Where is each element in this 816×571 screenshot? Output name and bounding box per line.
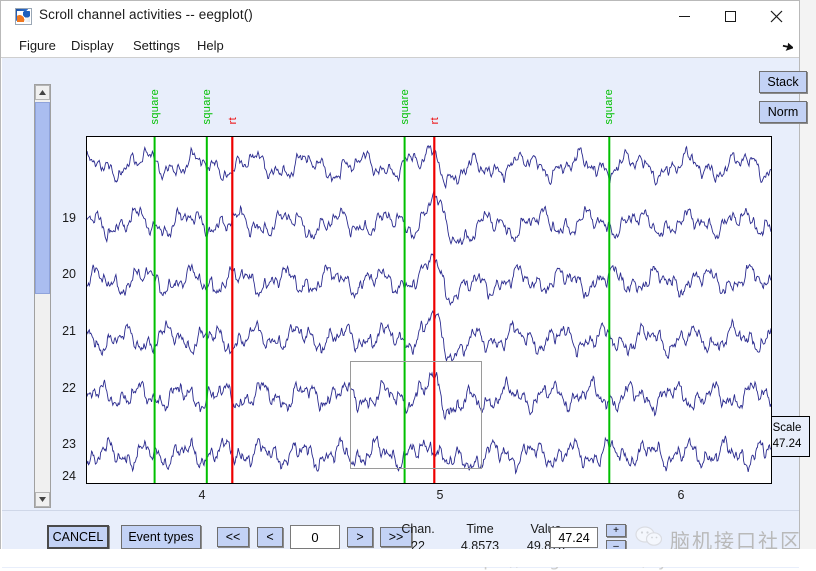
- menu-bar: Figure Display Settings Help: [1, 32, 799, 58]
- desktop-strip: [0, 549, 816, 567]
- y-tick-23: 23: [62, 437, 76, 451]
- readout-time-header: Time: [466, 522, 494, 536]
- eeg-trace: [87, 190, 771, 246]
- menu-item-settings[interactable]: Settings: [129, 36, 184, 55]
- wechat-icon: [634, 525, 664, 549]
- event-label-square-1: square: [149, 88, 161, 124]
- step-forward-button[interactable]: >: [347, 527, 373, 547]
- eeg-trace: [87, 253, 771, 306]
- scale-input[interactable]: [550, 527, 598, 548]
- scroll-up-arrow[interactable]: [35, 85, 50, 100]
- position-input[interactable]: [290, 525, 340, 549]
- y-tick-24: 24: [62, 469, 76, 483]
- scrollbar-thumb[interactable]: [35, 102, 50, 294]
- close-button[interactable]: [753, 1, 799, 32]
- page-back-button[interactable]: <<: [217, 527, 249, 547]
- scale-increase-button[interactable]: +: [606, 524, 626, 537]
- x-tick-6: 6: [677, 488, 685, 502]
- menu-item-help[interactable]: Help: [193, 36, 228, 55]
- menu-item-figure[interactable]: Figure: [15, 36, 60, 55]
- event-label-square-4: square: [603, 88, 615, 124]
- matlab-figure-icon: [15, 8, 32, 25]
- plot-panel: Stack Norm Scale 47.24 19 20 21 22 23 24…: [2, 58, 810, 510]
- y-tick-20: 20: [62, 267, 76, 281]
- event-label-rt-2: rt: [429, 116, 441, 124]
- eeg-trace: [87, 145, 771, 190]
- close-icon: [753, 1, 799, 32]
- readout-channel-header: Chan.: [401, 522, 435, 536]
- eeg-trace: [87, 310, 771, 363]
- stack-button[interactable]: Stack: [759, 71, 807, 93]
- x-tick-4: 4: [198, 488, 206, 502]
- event-types-button[interactable]: Event types: [121, 525, 201, 549]
- event-label-square-3: square: [399, 88, 411, 124]
- scroll-down-arrow[interactable]: [35, 492, 50, 507]
- eegplot-window: Scroll channel activities -- eegplot() F…: [0, 0, 810, 571]
- eeg-plot-canvas[interactable]: [86, 136, 772, 484]
- x-tick-5: 5: [436, 488, 444, 502]
- title-bar: Scroll channel activities -- eegplot(): [1, 1, 799, 32]
- step-back-button[interactable]: <: [257, 527, 283, 547]
- norm-button[interactable]: Norm: [759, 101, 807, 123]
- menu-item-display[interactable]: Display: [67, 36, 118, 55]
- arrow-cursor-icon: [781, 41, 795, 53]
- y-tick-21: 21: [62, 324, 76, 338]
- selection-rectangle[interactable]: [350, 361, 482, 469]
- event-label-rt-1: rt: [227, 116, 239, 124]
- maximize-button[interactable]: [707, 1, 753, 32]
- scale-readout-title: Scale: [772, 421, 802, 434]
- y-tick-22: 22: [62, 381, 76, 395]
- minimize-button[interactable]: [661, 1, 707, 32]
- scale-readout-value: 47.24: [772, 437, 802, 450]
- cancel-button[interactable]: CANCEL: [47, 525, 109, 549]
- y-tick-19: 19: [62, 211, 76, 225]
- event-label-square-2: square: [201, 88, 213, 124]
- window-title: Scroll channel activities -- eegplot(): [39, 7, 253, 22]
